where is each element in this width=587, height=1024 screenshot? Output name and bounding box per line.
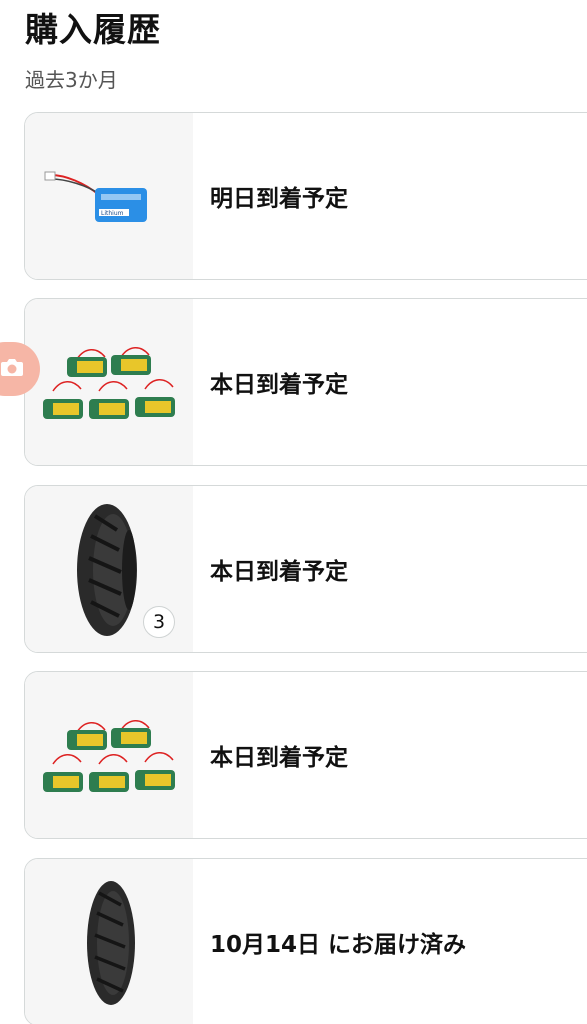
product-thumbnail[interactable]: 3 bbox=[25, 486, 193, 652]
period-filter-label[interactable]: 過去3か月 bbox=[25, 66, 118, 94]
page-title: 購入履歴 bbox=[25, 10, 161, 49]
order-card[interactable]: 本日到着予定 bbox=[24, 671, 587, 839]
svg-text:Lithium: Lithium bbox=[101, 210, 124, 217]
quantity-badge: 3 bbox=[143, 606, 175, 638]
purchase-history-page: 購入履歴 過去3か月 Lithium 明日到着予定 本日到着予定 3 本日到着予… bbox=[0, 0, 587, 1024]
delivery-status: 本日到着予定 bbox=[210, 745, 348, 771]
order-card[interactable]: Lithium 明日到着予定 bbox=[24, 112, 587, 280]
order-card[interactable]: 本日到着予定 bbox=[24, 298, 587, 466]
delivery-status: 明日到着予定 bbox=[210, 186, 348, 212]
delivery-status: 本日到着予定 bbox=[210, 372, 348, 398]
product-thumbnail[interactable] bbox=[25, 299, 193, 465]
product-thumbnail[interactable] bbox=[25, 859, 193, 1024]
camera-icon bbox=[0, 357, 24, 381]
delivery-status: 本日到着予定 bbox=[210, 559, 348, 585]
product-thumbnail[interactable] bbox=[25, 672, 193, 838]
delivery-status: 10月14日 にお届け済み bbox=[210, 932, 467, 958]
product-thumbnail[interactable]: Lithium bbox=[25, 113, 193, 279]
order-card[interactable]: 10月14日 にお届け済み bbox=[24, 858, 587, 1024]
order-card[interactable]: 3 本日到着予定 bbox=[24, 485, 587, 653]
